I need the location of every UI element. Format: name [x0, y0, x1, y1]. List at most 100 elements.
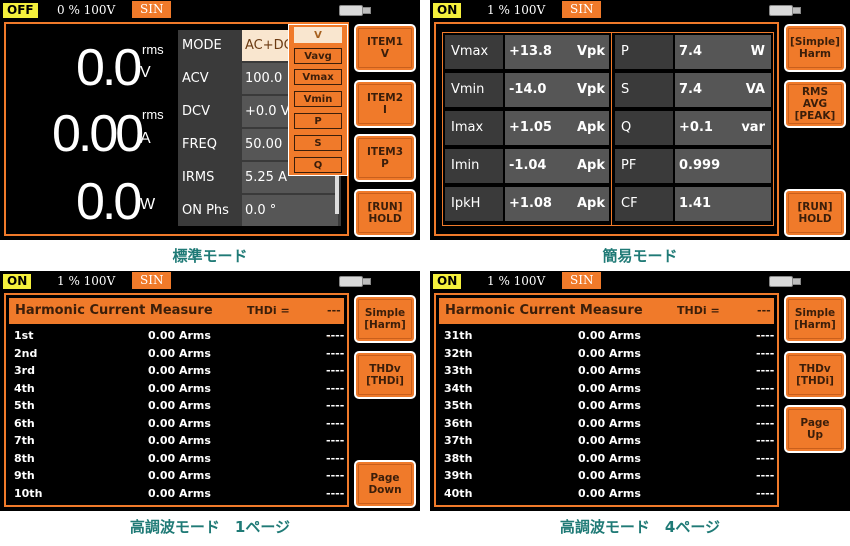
dropdown-option-q[interactable]: Q: [294, 157, 342, 173]
page-down-button[interactable]: Page Down: [354, 460, 416, 508]
harmonic-thd-value: ----: [326, 346, 345, 360]
harmonic-title: Harmonic Current Measure: [15, 303, 213, 318]
dropdown-option-vmin[interactable]: Vmin: [294, 91, 342, 107]
measure-value: -14.0: [505, 73, 567, 107]
power-value: 0.0: [76, 173, 142, 231]
measure-label: Vmax: [445, 35, 503, 69]
table-row: 1st 0.00 Arms ----: [6, 327, 347, 345]
simple-harm-button[interactable]: Simple [Harm]: [354, 295, 416, 343]
harmonic-current-value: 0.00 Arms: [148, 399, 211, 412]
measure-label: Vmin: [445, 73, 503, 107]
table-row: 8th 0.00 Arms ----: [6, 450, 347, 468]
harmonic-order: 38th: [444, 451, 473, 465]
table-row: 2nd 0.00 Arms ----: [6, 345, 347, 363]
thd-label: THDi =: [677, 304, 720, 317]
current-value: 0.00: [52, 105, 144, 163]
voltage-unit: V: [140, 64, 151, 81]
harmonic-thd-value: ----: [756, 416, 775, 430]
thdv-thdi-button[interactable]: THDv [THDi]: [784, 351, 846, 399]
harmonic-thd-value: ----: [326, 451, 345, 465]
harmonic-current-value: 0.00 Arms: [578, 486, 641, 500]
measure-value: 7.4: [675, 73, 731, 107]
harmonic-thd-value: ----: [326, 364, 345, 377]
status-bar: OFF 0 % 100V SIN: [0, 0, 420, 20]
harmonic-current-value: 0.00 Arms: [578, 364, 641, 377]
caption-simple-mode: 簡易モード: [602, 247, 678, 265]
standard-mode-screen: OFF 0 % 100V SIN 0.0 rms V 0.00 rms A 0.…: [0, 0, 420, 240]
measure-label: PF: [615, 149, 673, 183]
measure-unit: Vpk: [567, 35, 609, 69]
measure-unit: Apk: [567, 149, 609, 183]
measure-label: CF: [615, 187, 673, 221]
measure-value: +1.05: [505, 111, 567, 145]
table-row: 35th 0.00 Arms ----: [436, 397, 777, 415]
page-up-button[interactable]: Page Up: [784, 405, 846, 453]
measure-value: 7.4: [675, 35, 731, 69]
dropdown-option-p[interactable]: P: [294, 113, 342, 129]
harmonic-thd-value: ----: [756, 486, 775, 500]
measure-label: Imin: [445, 149, 503, 183]
setting-row-on-phase[interactable]: ON Phs 0.0 °: [178, 195, 341, 227]
simple-harm-button[interactable]: [Simple] Harm: [784, 24, 846, 72]
measure-unit: W: [731, 35, 771, 69]
usb-drive-icon: [339, 275, 371, 287]
dropdown-option-vmax[interactable]: Vmax: [294, 69, 342, 85]
harmonic-order: 31th: [444, 329, 473, 342]
harmonic-current-value: 0.00 Arms: [578, 329, 641, 342]
output-state-badge: ON: [2, 273, 33, 290]
harmonic-thd-value: ----: [756, 381, 775, 395]
dropdown-option-v[interactable]: V: [294, 27, 342, 43]
harmonic-table-area: Harmonic Current Measure THDi = ---- 1st…: [4, 293, 349, 507]
harmonic-thd-value: ----: [326, 399, 345, 412]
harmonic-title: Harmonic Current Measure: [445, 303, 643, 318]
harmonic-current-value: 0.00 Arms: [578, 469, 641, 482]
item1-button[interactable]: ITEM1 V: [354, 24, 416, 72]
thdv-thdi-button[interactable]: THDv [THDi]: [354, 351, 416, 399]
harmonic-current-value: 0.00 Arms: [148, 451, 211, 465]
harmonic-current-value: 0.00 Arms: [148, 416, 211, 430]
item2-button[interactable]: ITEM2 I: [354, 80, 416, 128]
range-readout: 1 % 100V: [57, 274, 116, 288]
waveform-badge: SIN: [132, 1, 172, 18]
table-row: 40th 0.00 Arms ----: [436, 485, 777, 503]
harmonic-thd-value: ----: [326, 486, 345, 500]
harmonic-mode-page1-screen: ON 1 % 100V SIN Harmonic Current Measure…: [0, 271, 420, 511]
waveform-badge: SIN: [562, 272, 602, 289]
measure-unit: [731, 187, 771, 221]
harmonic-order: 7th: [14, 434, 35, 447]
table-row: 37th 0.00 Arms ----: [436, 432, 777, 450]
range-readout: 1 % 100V: [487, 3, 546, 17]
table-row: 36th 0.00 Arms ----: [436, 415, 777, 433]
table-row: 7th 0.00 Arms ----: [6, 432, 347, 450]
item3-button[interactable]: ITEM3 P: [354, 134, 416, 182]
harmonic-thd-value: ----: [756, 346, 775, 360]
waveform-badge: SIN: [132, 272, 172, 289]
table-row: 32th 0.00 Arms ----: [436, 345, 777, 363]
status-bar: ON 1 % 100V SIN: [430, 271, 850, 291]
harmonic-order: 34th: [444, 381, 473, 395]
harmonic-thd-value: ----: [326, 416, 345, 430]
simple-harm-button[interactable]: Simple [Harm]: [784, 295, 846, 343]
run-hold-button[interactable]: [RUN] HOLD: [354, 189, 416, 237]
table-row: 6th 0.00 Arms ----: [6, 415, 347, 433]
harmonic-order: 36th: [444, 416, 473, 430]
rms-avg-peak-button[interactable]: RMS AVG [PEAK]: [784, 80, 846, 128]
dropdown-option-vavg[interactable]: Vavg: [294, 48, 342, 64]
measure-label: P: [615, 35, 673, 69]
table-row: 4th 0.00 Arms ----: [6, 380, 347, 398]
measure-value: +1.08: [505, 187, 567, 221]
usb-drive-icon: [769, 275, 801, 287]
measure-label: IpkH: [445, 187, 503, 221]
status-bar: ON 1 % 100V SIN: [0, 271, 420, 291]
measure-value: +13.8: [505, 35, 567, 69]
harmonic-current-value: 0.00 Arms: [578, 416, 641, 430]
simple-mode-screen: ON 1 % 100V SIN Vmax +13.8 Vpk P 7.4 W Vmin -14…: [430, 0, 850, 240]
measure-label: S: [615, 73, 673, 107]
harmonic-current-value: 0.00 Arms: [148, 434, 211, 447]
harmonic-current-value: 0.00 Arms: [578, 451, 641, 465]
run-hold-button[interactable]: [RUN] HOLD: [784, 189, 846, 237]
measure-label: Q: [615, 111, 673, 145]
dropdown-option-s[interactable]: S: [294, 135, 342, 151]
harmonic-order: 10th: [14, 486, 43, 500]
harmonic-order: 35th: [444, 399, 473, 412]
